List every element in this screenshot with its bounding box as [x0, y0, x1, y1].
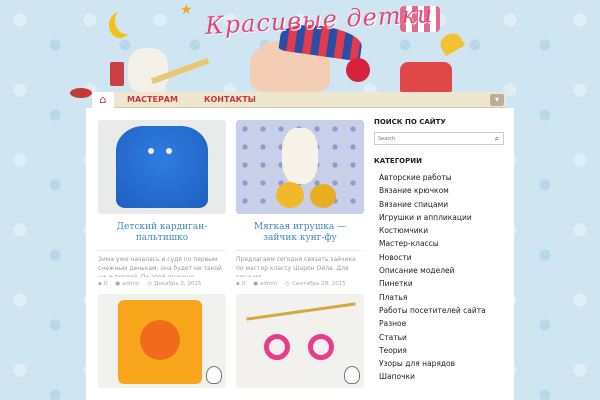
- home-icon[interactable]: ⌂: [92, 91, 114, 108]
- date-value: Сентябрь 28, 2015: [292, 281, 346, 287]
- bunny-toy-decoration: [128, 48, 168, 92]
- category-item[interactable]: Описание моделей: [374, 264, 504, 277]
- category-item[interactable]: Вязание спицами: [374, 198, 504, 211]
- sewing-machine-decoration: [400, 62, 452, 92]
- clock-icon: ◷: [147, 281, 153, 287]
- comment-icon: ▪: [236, 281, 240, 287]
- yarn-ball-image: [310, 184, 336, 208]
- category-item[interactable]: Узоры для нарядов: [374, 357, 504, 370]
- post-excerpt: Зима уже началась и судя по первым снежн…: [98, 250, 226, 277]
- star-decoration: ★: [180, 2, 193, 18]
- post-thumbnail[interactable]: [98, 120, 226, 214]
- bunny-toy-image: [282, 128, 318, 184]
- category-item[interactable]: Пинетки: [374, 277, 504, 290]
- button-detail: [166, 148, 172, 154]
- user-icon: ●: [115, 281, 121, 287]
- category-item[interactable]: Новости: [374, 251, 504, 264]
- chevron-icon[interactable]: ▾: [490, 93, 504, 106]
- bow-decoration: [70, 88, 92, 98]
- search-icon[interactable]: ⌕: [491, 134, 503, 144]
- category-list: Авторские работы Вязание крючком Вязание…: [374, 171, 504, 384]
- author-value: admin: [260, 281, 278, 287]
- search-box: ⌕: [374, 132, 504, 145]
- post-thumbnail[interactable]: [236, 120, 364, 214]
- date-value: Декабрь 3, 2015: [154, 281, 202, 287]
- categories-widget-title: КАТЕГОРИИ: [374, 157, 422, 165]
- author-value: admin: [122, 281, 140, 287]
- sidebar: ПОИСК ПО САЙТУ ⌕ КАТЕГОРИИ Авторские раб…: [374, 118, 504, 384]
- category-item[interactable]: Работы посетителей сайта: [374, 304, 504, 317]
- category-item[interactable]: Статьи: [374, 331, 504, 344]
- category-item[interactable]: Разное: [374, 317, 504, 330]
- post-meta: ▪ 0 ● admin ◷ Декабрь 3, 2015: [98, 281, 226, 287]
- user-icon: ●: [253, 281, 259, 287]
- yarn-ball-image: [276, 182, 304, 208]
- category-item[interactable]: Костюмчики: [374, 224, 504, 237]
- post-title[interactable]: Детский кардиган-пальтишко: [98, 222, 226, 244]
- nav-item-masters[interactable]: МАСТЕРАМ: [114, 95, 191, 104]
- comments-value: 0: [103, 281, 108, 287]
- search-widget-title: ПОИСК ПО САЙТУ: [374, 118, 446, 126]
- clock-icon: ◷: [285, 281, 291, 287]
- post-card: [236, 294, 364, 388]
- category-item[interactable]: Авторские работы: [374, 171, 504, 184]
- post-card: [98, 294, 226, 388]
- lamp-decoration: [436, 29, 466, 57]
- post-card: Мягкая игрушка — зайчик кунг-фу Предлага…: [236, 120, 364, 287]
- post-title[interactable]: Мягкая игрушка — зайчик кунг-фу: [236, 222, 364, 244]
- post-date: ◷ Декабрь 3, 2015: [147, 281, 201, 287]
- post-thumbnail[interactable]: [98, 294, 226, 388]
- nav-item-contacts[interactable]: КОНТАКТЫ: [191, 95, 269, 104]
- main-nav: ⌂ МАСТЕРАМ КОНТАКТЫ ▾: [92, 91, 506, 108]
- site-header: ★ Красивые детки: [0, 0, 600, 98]
- comments-count[interactable]: ▪ 0: [236, 281, 245, 287]
- post-card: Детский кардиган-пальтишко Зима уже нача…: [98, 120, 226, 287]
- crochet-ring-image: [308, 334, 334, 360]
- category-item[interactable]: Шапочки: [374, 370, 504, 383]
- post-date: ◷ Сентябрь 28, 2015: [285, 281, 346, 287]
- category-item[interactable]: Игрушки и аппликации: [374, 211, 504, 224]
- crochet-hook-image: [246, 302, 356, 321]
- watermark-mascot-icon: [344, 366, 360, 384]
- watermark-mascot-icon: [206, 366, 222, 384]
- cardigan-image: [116, 126, 208, 208]
- crochet-ring-image: [264, 334, 290, 360]
- button-detail: [148, 148, 154, 154]
- search-input[interactable]: [375, 135, 491, 142]
- post-author[interactable]: ● admin: [115, 281, 139, 287]
- comment-icon: ▪: [98, 281, 102, 287]
- thread-spool-decoration: [110, 62, 124, 86]
- crochet-flower-image: [140, 320, 180, 360]
- post-meta: ▪ 0 ● admin ◷ Сентябрь 28, 2015: [236, 281, 364, 287]
- post-excerpt: Предлагаем сегодня связать зайчика по ма…: [236, 250, 364, 277]
- comments-count[interactable]: ▪ 0: [98, 281, 107, 287]
- post-author[interactable]: ● admin: [253, 281, 277, 287]
- site-title[interactable]: Красивые детки: [204, 0, 434, 40]
- category-item[interactable]: Платья: [374, 291, 504, 304]
- post-thumbnail[interactable]: [236, 294, 364, 388]
- category-item[interactable]: Мастер-классы: [374, 237, 504, 250]
- pompom-decoration: [346, 58, 370, 82]
- comments-value: 0: [241, 281, 246, 287]
- category-item[interactable]: Вязание крючком: [374, 184, 504, 197]
- category-item[interactable]: Теория: [374, 344, 504, 357]
- moon-decoration: [115, 8, 137, 34]
